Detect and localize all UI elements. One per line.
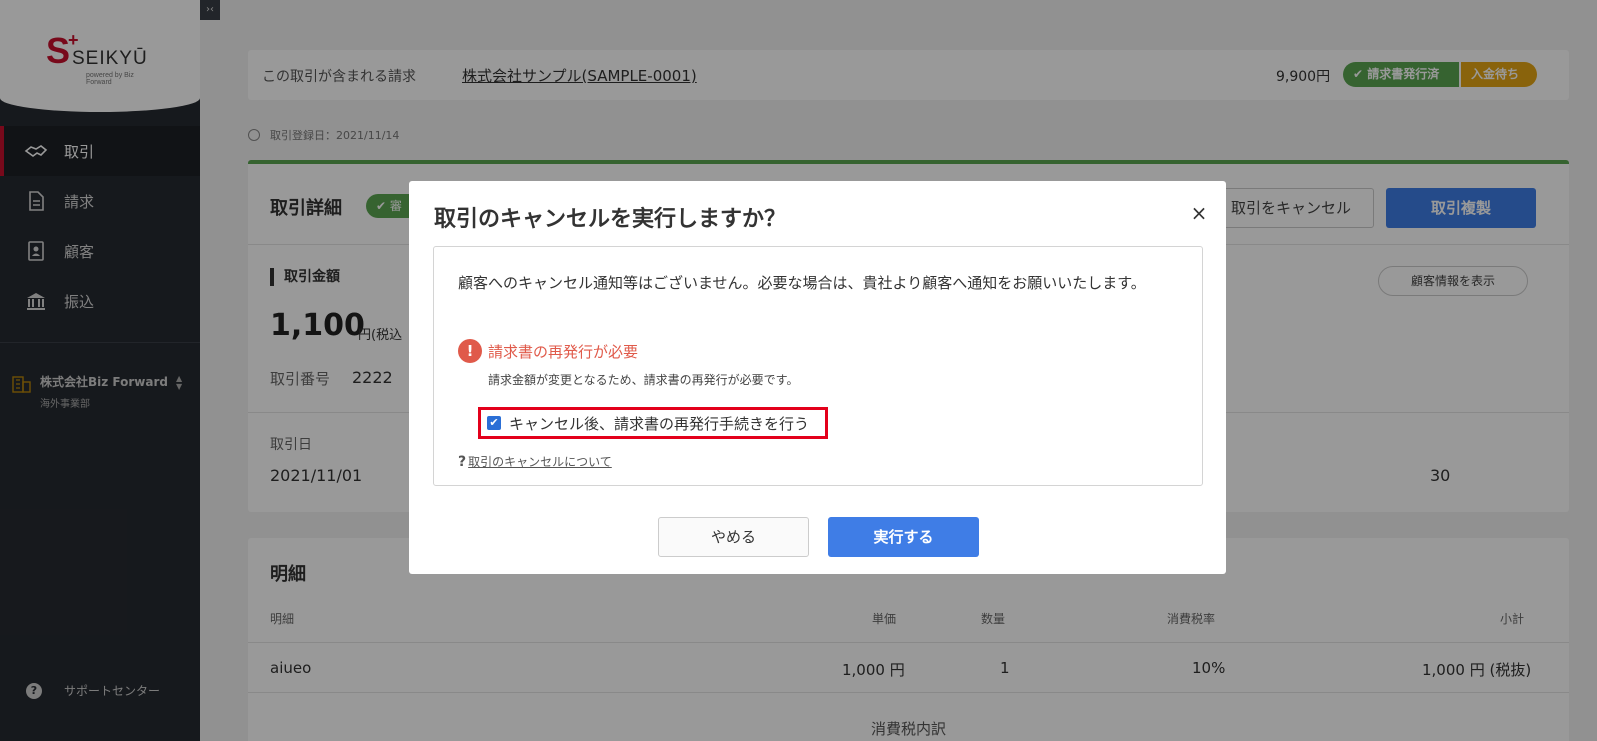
execute-button[interactable]: 実行する <box>828 517 979 557</box>
stop-button[interactable]: やめる <box>658 517 809 557</box>
reissue-checkbox-row[interactable]: ✔ キャンセル後、請求書の再発行手続きを行う <box>478 407 828 439</box>
close-icon[interactable]: × <box>1189 203 1209 223</box>
dialog-message: 顧客へのキャンセル通知等はございません。必要な場合は、貴社より顧客へ通知をお願い… <box>458 274 1146 292</box>
question-icon: ? <box>458 453 467 470</box>
warning-description: 請求金額が変更となるため、請求書の再発行が必要です。 <box>488 373 799 387</box>
warning-title: 請求書の再発行が必要 <box>488 343 639 361</box>
dialog-body: 顧客へのキャンセル通知等はございません。必要な場合は、貴社より顧客へ通知をお願い… <box>433 246 1203 486</box>
cancel-help-link[interactable]: 取引のキャンセルについて <box>468 453 612 470</box>
reissue-checkbox[interactable]: ✔ <box>487 416 501 430</box>
reissue-checkbox-label[interactable]: キャンセル後、請求書の再発行手続きを行う <box>509 413 809 434</box>
dialog-title: 取引のキャンセルを実行しますか？ <box>434 207 787 232</box>
warning-icon: ! <box>458 339 482 363</box>
help-link-row: ? 取引のキャンセルについて <box>458 453 612 470</box>
cancel-transaction-dialog: 取引のキャンセルを実行しますか？ × 顧客へのキャンセル通知等はございません。必… <box>409 181 1226 574</box>
